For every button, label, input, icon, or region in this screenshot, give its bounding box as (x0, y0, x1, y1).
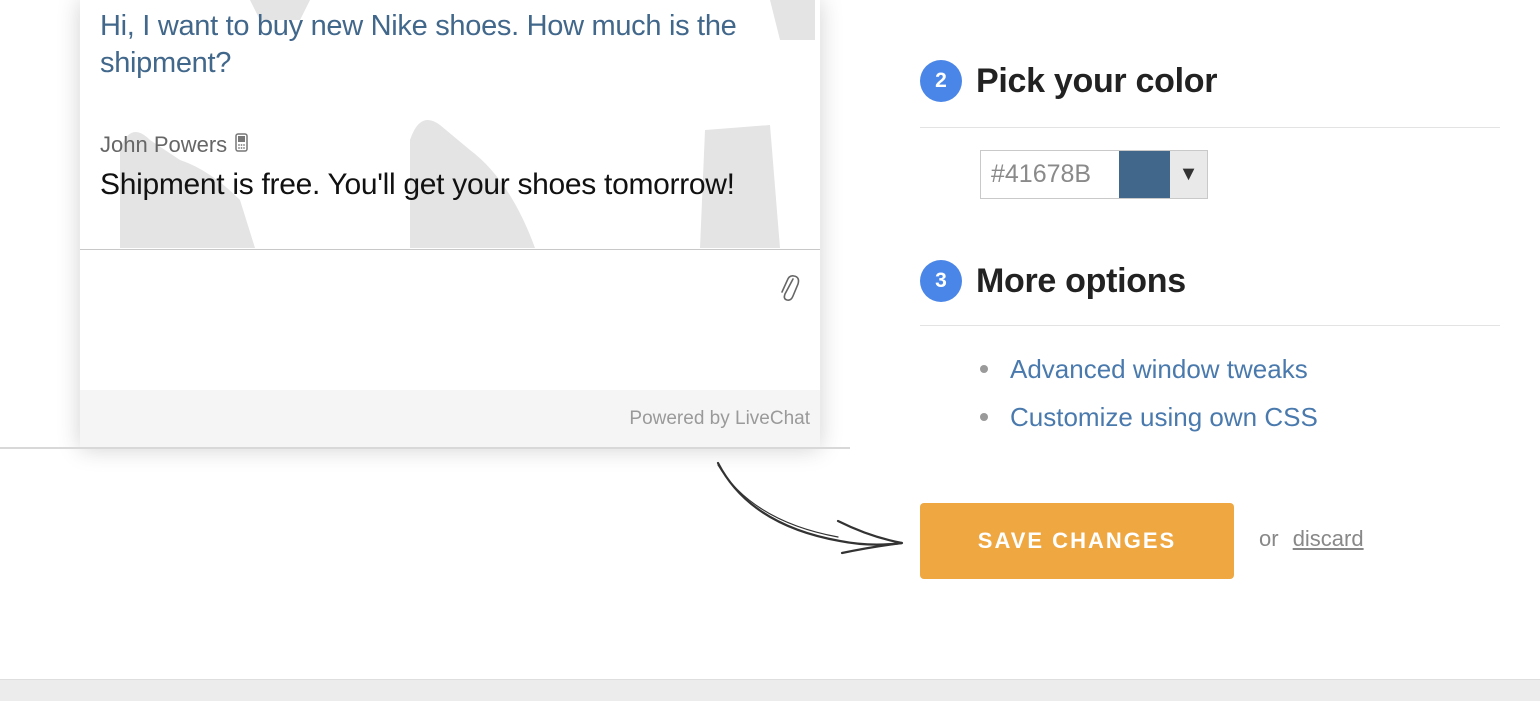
agent-name: John Powers (100, 132, 228, 157)
bullet (980, 365, 988, 373)
page-footer (0, 679, 1540, 701)
section-title: Pick your color (976, 61, 1218, 100)
list-item: Advanced window tweaks (980, 345, 1318, 393)
discard-link[interactable]: discard (1293, 526, 1364, 551)
paperclip-icon[interactable] (778, 272, 800, 309)
mobile-phone-icon (235, 132, 248, 158)
section-title: More options (976, 261, 1186, 300)
step-number-badge: 3 (920, 260, 962, 302)
chevron-down-icon: ▼ (1178, 163, 1199, 185)
options-list: Advanced window tweaks Customize using o… (980, 345, 1318, 441)
color-dropdown-button[interactable]: ▼ (1170, 151, 1207, 198)
color-swatch[interactable] (1119, 151, 1170, 198)
color-picker: ▼ (980, 150, 1208, 199)
save-changes-button[interactable]: SAVE CHANGES (920, 503, 1234, 579)
pick-color-section: 2 Pick your color (920, 60, 1500, 128)
bullet (980, 413, 988, 421)
arrow-icon (716, 461, 904, 555)
step-number-badge: 2 (920, 60, 962, 102)
more-options-section: 3 More options (920, 260, 1500, 326)
divider (0, 447, 850, 449)
or-text: or (1259, 526, 1279, 551)
agent-message: Shipment is free. You'll get your shoes … (100, 168, 735, 201)
chat-preview-window: Hi, I want to buy new Nike shoes. How mu… (80, 0, 820, 449)
chat-message-input[interactable] (80, 249, 820, 391)
customize-css-link[interactable]: Customize using own CSS (1010, 402, 1318, 433)
agent-name-line: John Powers (100, 132, 248, 158)
divider (920, 325, 1500, 326)
color-hex-input[interactable] (981, 151, 1119, 198)
list-item: Customize using own CSS (980, 393, 1318, 441)
customer-message: Hi, I want to buy new Nike shoes. How mu… (100, 10, 737, 79)
powered-by-link[interactable]: Powered by LiveChat (629, 408, 810, 430)
discard-group: or discard (1259, 526, 1364, 552)
powered-by-footer: Powered by LiveChat (80, 390, 820, 449)
divider (920, 127, 1500, 128)
advanced-window-tweaks-link[interactable]: Advanced window tweaks (1010, 354, 1308, 385)
